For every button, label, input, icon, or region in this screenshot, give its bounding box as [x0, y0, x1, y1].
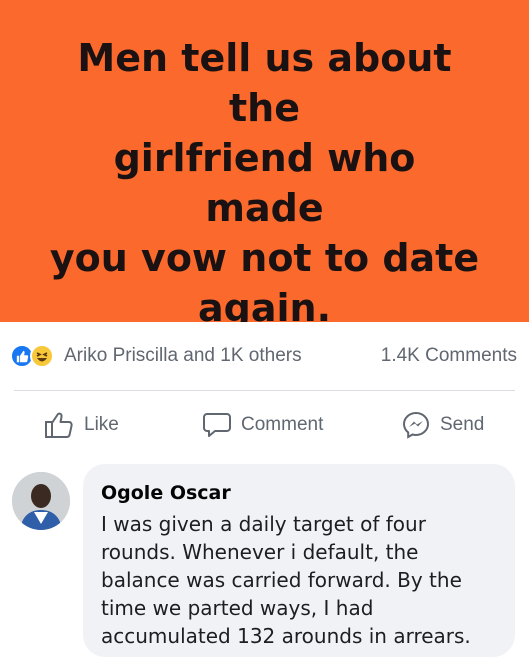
banner-headline: Men tell us about the girlfriend who mad… — [49, 36, 480, 330]
comment-text: I was given a daily target of four round… — [101, 512, 471, 648]
comment-icon — [203, 413, 231, 437]
post-image-banner[interactable]: Men tell us about the girlfriend who mad… — [0, 0, 529, 330]
thumbs-up-icon — [45, 412, 73, 438]
messenger-icon — [402, 411, 430, 439]
like-button[interactable]: Like — [44, 408, 119, 442]
avatar[interactable] — [12, 472, 70, 530]
comment-author[interactable]: Ogole Oscar — [101, 481, 231, 505]
send-button[interactable]: Send — [402, 408, 484, 442]
reactors-summary[interactable]: Ariko Priscilla and 1K others — [64, 344, 302, 368]
reaction-icons[interactable] — [10, 344, 58, 370]
comment-button[interactable]: Comment — [203, 408, 323, 442]
comments-count[interactable]: 1.4K Comments — [381, 344, 517, 368]
like-label: Like — [84, 414, 119, 435]
divider — [14, 390, 515, 391]
haha-reaction-icon — [30, 344, 54, 368]
comment-label: Comment — [241, 414, 324, 435]
send-label: Send — [440, 414, 485, 435]
